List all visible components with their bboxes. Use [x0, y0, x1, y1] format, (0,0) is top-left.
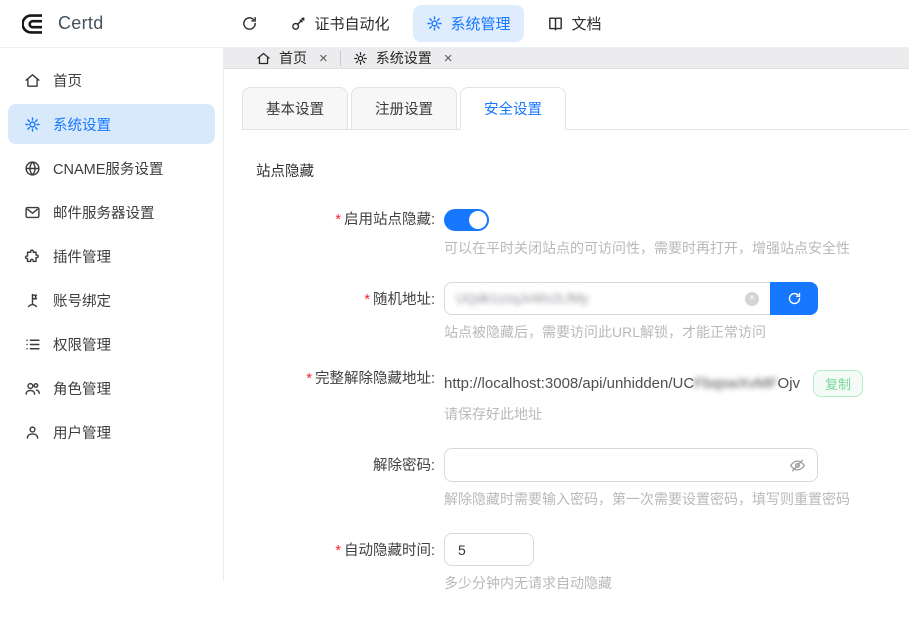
- close-icon[interactable]: ×: [319, 51, 328, 66]
- sidebar-item-label: 账号绑定: [53, 290, 111, 311]
- refresh-icon: [241, 15, 258, 32]
- form-row-random-address: *随机地址: UQdk1zzqJvWv2LfMy × 站点被隐: [242, 282, 909, 342]
- sidebar-item-account-binding[interactable]: 账号绑定: [8, 280, 215, 320]
- required-mark: *: [306, 371, 312, 387]
- sidebar-item-label: 用户管理: [53, 422, 111, 443]
- regenerate-address-button[interactable]: [770, 282, 818, 315]
- form-row-auto-hide-time: *自动隐藏时间: 多少分钟内无请求自动隐藏: [242, 533, 909, 593]
- page-tab-label: 系统设置: [376, 48, 432, 68]
- field-helper: 可以在平时关闭站点的可访问性，需要时再打开，增强站点安全性: [444, 238, 850, 258]
- sidebar: 首页 系统设置 CNAME服务设置 邮件服务器设置 插件管理 账号绑定 权限管理: [0, 48, 224, 581]
- header-nav: 证书自动化 系统管理 文档: [232, 5, 615, 42]
- sidebar-item-permission-management[interactable]: 权限管理: [8, 324, 215, 364]
- toggle-knob: [469, 211, 487, 229]
- security-settings-form: 站点隐藏 *启用站点隐藏: 可以在平时关闭站点的可访问性，需要时再打开，增强站点…: [242, 130, 909, 593]
- gear-icon: [24, 116, 41, 133]
- sidebar-item-label: 系统设置: [53, 114, 111, 135]
- masked-url-part: FbqswXvMF: [694, 375, 777, 392]
- page-tab-system-settings[interactable]: 系统设置 ×: [341, 48, 465, 68]
- clear-icon[interactable]: ×: [745, 292, 759, 306]
- form-group-title: 站点隐藏: [256, 160, 909, 181]
- sidebar-item-label: 插件管理: [53, 246, 111, 267]
- users-icon: [24, 380, 41, 397]
- refresh-button[interactable]: [232, 7, 267, 40]
- sidebar-item-mail-server-settings[interactable]: 邮件服务器设置: [8, 192, 215, 232]
- certd-logo-icon: [22, 12, 46, 36]
- nav-item-system-management[interactable]: 系统管理: [413, 5, 524, 42]
- unhide-password-input[interactable]: [456, 456, 789, 474]
- refresh-icon: [787, 291, 802, 306]
- field-label: *自动隐藏时间:: [242, 533, 444, 560]
- main-area: 首页 × 系统设置 × 基本设置 注册设置 安全设置 站点隐藏: [224, 48, 909, 581]
- sidebar-item-cname-settings[interactable]: CNAME服务设置: [8, 148, 215, 188]
- nav-label: 系统管理: [451, 13, 511, 34]
- full-unhide-url-value: http://localhost:3008/api/unhidden/UCFbq…: [444, 375, 800, 392]
- settings-tabs: 基本设置 注册设置 安全设置: [242, 87, 909, 130]
- gear-icon: [426, 15, 443, 32]
- site-hide-toggle[interactable]: [444, 209, 489, 231]
- key-icon: [290, 15, 307, 32]
- nav-item-docs[interactable]: 文档: [534, 5, 615, 42]
- required-mark: *: [335, 543, 341, 559]
- app-title: Certd: [58, 13, 104, 34]
- field-label: *随机地址:: [242, 282, 444, 309]
- sidebar-item-label: CNAME服务设置: [53, 158, 163, 179]
- page-tab-label: 首页: [279, 48, 307, 68]
- sidebar-item-label: 首页: [53, 70, 82, 91]
- nav-label: 文档: [572, 13, 602, 34]
- sidebar-item-label: 角色管理: [53, 378, 111, 399]
- field-label: *启用站点隐藏:: [242, 207, 444, 229]
- gear-icon: [353, 51, 368, 66]
- field-helper: 解除隐藏时需要输入密码，第一次需要设置密码，填写则重置密码: [444, 489, 850, 509]
- list-icon: [24, 336, 41, 353]
- tab-register-settings[interactable]: 注册设置: [351, 87, 457, 130]
- auto-hide-time-input[interactable]: [456, 541, 522, 559]
- sidebar-item-system-settings[interactable]: 系统设置: [8, 104, 215, 144]
- close-icon[interactable]: ×: [444, 51, 453, 66]
- field-label: 解除密码:: [242, 448, 444, 475]
- settings-panel: 基本设置 注册设置 安全设置 站点隐藏 *启用站点隐藏: 可以在平时关闭站点的可…: [224, 69, 909, 617]
- sidebar-item-role-management[interactable]: 角色管理: [8, 368, 215, 408]
- field-label: *完整解除隐藏地址:: [242, 366, 444, 388]
- home-icon: [256, 51, 271, 66]
- home-icon: [24, 72, 41, 89]
- page-tab-home[interactable]: 首页 ×: [244, 48, 340, 68]
- field-helper: 多少分钟内无请求自动隐藏: [444, 573, 612, 593]
- required-mark: *: [364, 292, 370, 308]
- sidebar-item-plugin-management[interactable]: 插件管理: [8, 236, 215, 276]
- plugin-icon: [24, 248, 41, 265]
- nav-item-cert-automation[interactable]: 证书自动化: [277, 5, 403, 42]
- form-row-full-unhide-url: *完整解除隐藏地址: http://localhost:3008/api/unh…: [242, 366, 909, 424]
- tab-security-settings[interactable]: 安全设置: [460, 87, 566, 130]
- opened-pages-tabbar: 首页 × 系统设置 ×: [224, 48, 909, 69]
- sidebar-item-user-management[interactable]: 用户管理: [8, 412, 215, 452]
- tab-basic-settings[interactable]: 基本设置: [242, 87, 348, 130]
- book-icon: [547, 15, 564, 32]
- field-helper: 站点被隐藏后，需要访问此URL解锁，才能正常访问: [444, 322, 818, 342]
- user-icon: [24, 424, 41, 441]
- globe-icon: [24, 160, 41, 177]
- mail-icon: [24, 204, 41, 221]
- app-logo[interactable]: Certd: [22, 12, 104, 36]
- app-header: Certd 证书自动化 系统管理 文档: [0, 0, 909, 48]
- sidebar-item-home[interactable]: 首页: [8, 60, 215, 100]
- sidebar-item-label: 邮件服务器设置: [53, 202, 155, 223]
- form-row-enable-site-hide: *启用站点隐藏: 可以在平时关闭站点的可访问性，需要时再打开，增强站点安全性: [242, 207, 909, 258]
- flag-icon: [24, 292, 41, 309]
- required-mark: *: [335, 212, 341, 228]
- masked-input-value: UQdk1zzqJvWv2LfMy: [456, 291, 589, 306]
- form-row-unhide-password: 解除密码: 解除隐藏时需要输入密码，第一次需要设置密码，填写则重置密码: [242, 448, 909, 509]
- nav-label: 证书自动化: [315, 13, 390, 34]
- eye-invisible-icon[interactable]: [789, 457, 806, 474]
- sidebar-item-label: 权限管理: [53, 334, 111, 355]
- copy-button[interactable]: 复制: [813, 370, 863, 397]
- field-helper: 请保存好此地址: [444, 404, 863, 424]
- random-address-input[interactable]: UQdk1zzqJvWv2LfMy ×: [444, 282, 770, 315]
